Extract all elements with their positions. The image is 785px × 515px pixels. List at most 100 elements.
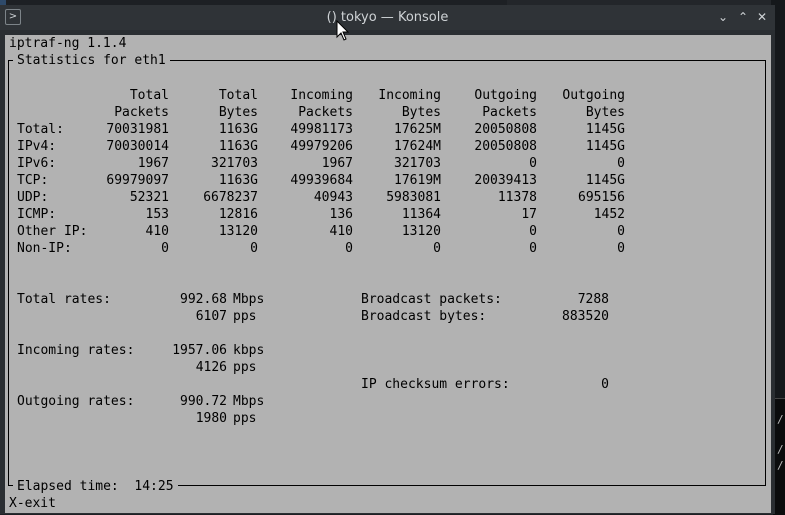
column-header: Total [129,88,169,103]
broadcast-packets-label: Broadcast packets: [361,292,502,307]
table-cell: 6678237 [203,190,258,205]
table-cell: 0 [529,156,537,171]
checksum-errors-value: 0 [601,377,609,392]
outgoing-rates-unit: Mbps [233,394,265,409]
table-cell: 1145G [585,173,625,188]
table-cell: 695156 [578,190,625,205]
column-header: Outgoing [474,88,537,103]
table-cell: 17624M [394,139,441,154]
column-header: Outgoing [562,88,625,103]
row-label: ICMP: [17,207,57,222]
table-cell: 17619M [394,173,441,188]
table-cell: 0 [345,241,353,256]
exit-hint: X-exit [9,496,56,511]
table-cell: 0 [161,241,169,256]
broadcast-packets-value: 7288 [577,292,609,307]
table-cell: 410 [145,224,169,239]
table-cell: 20050808 [474,122,537,137]
table-cell: 11378 [497,190,537,205]
column-header: Packets [482,105,537,120]
incoming-rates-label: Incoming rates: [17,343,135,358]
table-cell: 0 [617,241,625,256]
outgoing-pps-value: 1980 [195,411,227,426]
table-cell: 1163G [218,122,258,137]
table-cell: 0 [617,156,625,171]
chevron-up-icon: ⌃ [737,10,749,24]
column-header: Incoming [290,88,353,103]
table-cell: 12816 [218,207,258,222]
table-cell: 70030014 [106,139,169,154]
row-label: Total: [17,122,64,137]
table-cell: 17 [521,207,537,222]
table-cell: 0 [529,241,537,256]
close-button[interactable]: ✕ [753,8,771,26]
broadcast-bytes-label: Broadcast bytes: [361,309,487,324]
elapsed-time-label: Elapsed time: [17,479,119,494]
broadcast-bytes-value: 883520 [562,309,609,324]
elapsed-time-value: 14:25 [134,479,174,494]
table-cell: 69979097 [106,173,169,188]
incoming-rates-value: 1957.06 [172,343,227,358]
background-text: / [777,413,784,426]
column-header: Incoming [378,88,441,103]
table-cell: 1145G [585,122,625,137]
column-header: Bytes [218,105,258,120]
close-icon: ✕ [756,10,768,24]
table-cell: 40943 [313,190,353,205]
table-cell: 20050808 [474,139,537,154]
table-cell: 49979206 [290,139,353,154]
row-label: Non-IP: [17,241,72,256]
chevron-down-icon: ⌄ [717,10,729,24]
row-label: TCP: [17,173,49,188]
table-cell: 13120 [218,224,258,239]
outgoing-pps-unit: pps [233,411,257,426]
table-cell: 153 [145,207,169,222]
total-pps-unit: pps [233,309,257,324]
outgoing-rates-label: Outgoing rates: [17,394,135,409]
checksum-errors-label: IP checksum errors: [361,377,510,392]
table-cell: 52321 [129,190,169,205]
table-cell: 0 [250,241,258,256]
column-header: Packets [298,105,353,120]
outgoing-rates-value: 990.72 [180,394,227,409]
box-title: Statistics for eth1 [13,52,170,69]
table-cell: 410 [329,224,353,239]
background-text: / [777,443,784,456]
terminal-area[interactable]: iptraf-ng 1.1.4 Statistics for eth1 Tota… [5,35,771,513]
table-cell: 1163G [218,173,258,188]
table-cell: 0 [529,224,537,239]
table-cell: 5983081 [386,190,441,205]
table-cell: 1967 [137,156,169,171]
incoming-pps-unit: pps [233,360,257,375]
table-cell: 49939684 [290,173,353,188]
incoming-rates-unit: kbps [233,343,265,358]
total-rates-value: 992.68 [180,292,227,307]
total-rates-unit: Mbps [233,292,265,307]
maximize-button[interactable]: ⌃ [734,8,752,26]
column-header: Packets [114,105,169,120]
konsole-window[interactable]: > () tokyo — Konsole ⌄ ⌃ ✕ iptraf-ng 1.1… [0,5,775,514]
table-cell: 49981173 [290,122,353,137]
column-header: Bytes [401,105,441,120]
minimize-button[interactable]: ⌄ [714,8,732,26]
table-cell: 20039413 [474,173,537,188]
table-cell: 17625M [394,122,441,137]
table-cell: 1967 [321,156,353,171]
column-header: Bytes [585,105,625,120]
table-cell: 11364 [401,207,441,222]
table-cell: 1163G [218,139,258,154]
window-titlebar[interactable]: > () tokyo — Konsole ⌄ ⌃ ✕ [0,5,775,30]
total-rates-label: Total rates: [17,292,111,307]
table-cell: 70031981 [106,122,169,137]
table-cell: 321703 [211,156,258,171]
row-label: IPv4: [17,139,57,154]
table-cell: 13120 [401,224,441,239]
row-label: IPv6: [17,156,57,171]
row-label: Other IP: [17,224,88,239]
table-cell: 1145G [585,139,625,154]
row-label: UDP: [17,190,49,205]
table-cell: 0 [617,224,625,239]
elapsed-time: Elapsed time: 14:25 [13,478,178,495]
window-title: () tokyo — Konsole [326,10,449,25]
table-cell: 136 [329,207,353,222]
